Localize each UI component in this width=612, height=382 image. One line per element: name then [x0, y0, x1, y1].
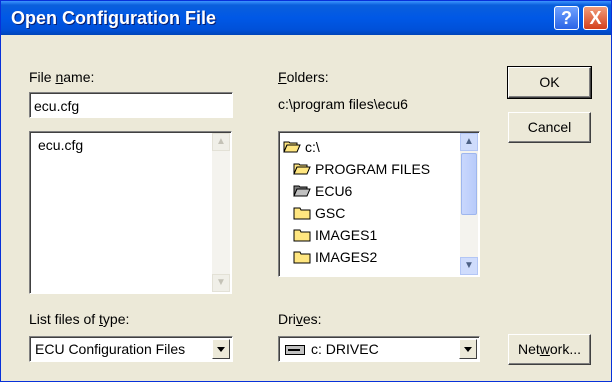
file-name-label: File name: [29, 69, 94, 85]
cancel-button[interactable]: Cancel [508, 112, 591, 143]
file-name-label-rest: ame: [63, 69, 95, 85]
folder-item-images1[interactable]: IMAGES1 [293, 224, 377, 246]
folder-item-gsc[interactable]: GSC [293, 202, 345, 224]
closed-folder-icon [293, 251, 311, 264]
chevron-down-icon[interactable] [212, 339, 230, 359]
folder-item-c[interactable]: c:\ [283, 136, 320, 158]
folder-tree[interactable]: c:\ PROGRAM FILES ECU6 GSC IMAGES1 IMAGE… [278, 131, 480, 277]
folder-item-label: IMAGES2 [315, 249, 378, 265]
scroll-up-icon[interactable]: ▲ [212, 133, 230, 151]
open-folder-icon [293, 163, 311, 175]
title-bar[interactable]: Open Configuration File ? X [1, 1, 611, 35]
chevron-down-icon[interactable] [459, 339, 477, 359]
scroll-down-icon[interactable]: ▼ [460, 257, 478, 275]
dialog-title: Open Configuration File [11, 8, 216, 28]
folders-label: Folders: [278, 69, 329, 85]
drives-label-key: v [295, 311, 303, 327]
file-type-label-text: List files of [29, 311, 100, 327]
scroll-down-icon[interactable]: ▼ [212, 274, 230, 292]
drive-icon [285, 345, 305, 355]
folders-label-key: F [278, 69, 287, 85]
close-icon[interactable]: X [583, 6, 608, 30]
folder-scrollbar[interactable]: ▲ ▼ [460, 133, 478, 275]
network-button[interactable]: Network... [508, 334, 591, 365]
folders-label-text: olders: [286, 69, 329, 85]
closed-folder-icon [293, 207, 311, 220]
drives-label-text: Dri [278, 311, 296, 327]
ok-button[interactable]: OK [507, 66, 592, 99]
scroll-thumb[interactable] [461, 153, 477, 215]
file-type-label-rest: ype: [102, 311, 130, 327]
file-list-item[interactable]: ecu.cfg [38, 137, 83, 153]
folder-item-images2[interactable]: IMAGES2 [293, 246, 377, 268]
file-type-label: List files of type: [29, 311, 129, 327]
folder-item-label: c:\ [305, 139, 320, 155]
file-list[interactable]: ecu.cfg ▲ ▼ [29, 131, 232, 294]
closed-folder-icon [293, 229, 311, 242]
folder-item-label: GSC [315, 205, 346, 221]
file-type-value: ECU Configuration Files [35, 341, 186, 357]
file-list-scrollbar[interactable]: ▲ ▼ [212, 133, 230, 292]
network-label-text: Net [517, 341, 540, 357]
network-label-rest: ork... [549, 341, 582, 357]
folder-item-label: IMAGES1 [315, 227, 378, 243]
open-folder-icon [293, 185, 311, 197]
network-label-key: w [539, 341, 550, 357]
folder-item-label: PROGRAM FILES [315, 161, 431, 177]
file-name-label-text: File [29, 69, 56, 85]
open-folder-icon [283, 141, 301, 153]
folder-item-label: ECU6 [315, 183, 353, 199]
help-icon[interactable]: ? [554, 6, 579, 30]
folder-item-ecu6[interactable]: ECU6 [293, 180, 352, 202]
folder-item-program-files[interactable]: PROGRAM FILES [293, 158, 430, 180]
file-name-input[interactable]: ecu.cfg [29, 92, 233, 118]
scroll-up-icon[interactable]: ▲ [460, 133, 478, 151]
file-type-dropdown[interactable]: ECU Configuration Files [29, 336, 233, 362]
drives-dropdown[interactable]: c: DRIVEC [278, 336, 480, 362]
drives-label: Drives: [278, 311, 322, 327]
open-config-dialog: Open Configuration File ? X File name: e… [0, 0, 612, 382]
drives-label-rest: es: [302, 311, 322, 327]
current-folder-path: c:\program files\ecu6 [278, 96, 408, 112]
drives-value: c: DRIVEC [311, 341, 379, 357]
